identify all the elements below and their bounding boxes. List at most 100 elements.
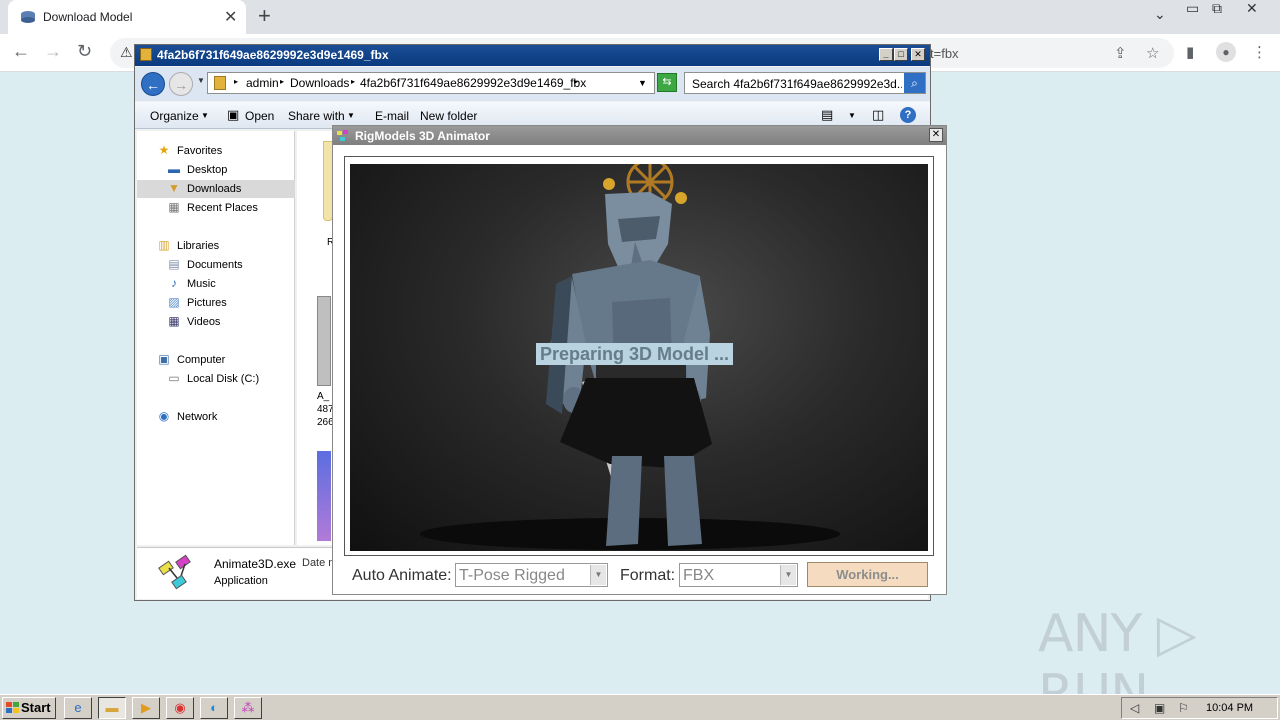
new-tab-button[interactable]: + — [258, 3, 271, 29]
new-folder-button[interactable]: New folder — [420, 109, 477, 123]
menu-kebab-icon[interactable]: ⋮ — [1252, 43, 1267, 61]
system-tray: ◁ ▣ ⚐ 10:04 PM — [1121, 697, 1278, 719]
share-dropdown-icon[interactable]: ▼ — [347, 111, 355, 120]
side-panel-icon[interactable]: ▮ — [1186, 43, 1194, 61]
view-dropdown-icon[interactable]: ▼ — [848, 111, 856, 120]
taskbar: Start e ▬ ▶ ◉ ◐ ⁂ ◁ ▣ ⚐ 10:04 PM — [0, 694, 1280, 720]
tab-search-chevron-icon[interactable]: ⌄ — [1154, 6, 1166, 23]
recent-pages-chevron-icon[interactable]: ▼ — [197, 76, 205, 85]
volume-icon[interactable]: ◁ — [1130, 701, 1139, 715]
explorer-maximize-button[interactable]: □ — [894, 48, 908, 61]
auto-animate-value: T-Pose Rigged — [459, 567, 565, 584]
explorer-close-button[interactable]: ✕ — [911, 48, 925, 61]
crumb-separator-icon[interactable]: ▸ — [280, 77, 284, 86]
close-window-icon[interactable]: ✕ — [1246, 0, 1258, 17]
view-options-icon[interactable]: ▤ — [821, 107, 833, 123]
breadcrumb-admin[interactable]: admin — [246, 76, 279, 90]
browser-tab[interactable]: Download Model ✕ — [8, 0, 246, 34]
crumb-separator-icon[interactable]: ▸ — [234, 77, 238, 86]
explorer-address-bar[interactable]: ▸ admin ▸ Downloads ▸ 4fa2b6f731f649ae86… — [207, 72, 655, 94]
warning-icon[interactable]: ⚠ — [120, 44, 133, 61]
auto-animate-label: Auto Animate: — [352, 567, 452, 584]
navigation-pane: ★ Favorites ▬ Desktop ▼ Downloads ▦ Rece… — [137, 131, 295, 545]
nav-label: Local Disk (C:) — [187, 373, 260, 385]
explorer-search-input[interactable]: Search 4fa2b6f731f649ae8629992e3d... ⌕ — [684, 72, 926, 94]
nav-label: Favorites — [177, 145, 223, 157]
bookmark-star-icon[interactable]: ☆ — [1146, 44, 1159, 62]
nav-favorites[interactable]: ★ Favorites — [137, 142, 295, 160]
share-icon[interactable]: ⇪ — [1114, 44, 1127, 62]
start-button[interactable]: Start — [2, 697, 56, 719]
open-button[interactable]: Open — [245, 109, 274, 123]
forward-arrow-icon[interactable]: → — [44, 41, 62, 62]
nav-music[interactable]: ♪ Music — [137, 275, 295, 293]
tab-close-icon[interactable]: ✕ — [224, 7, 237, 27]
edge-taskbar-icon[interactable]: ◐ — [200, 697, 228, 719]
working-button[interactable]: Working... — [807, 562, 928, 587]
address-folder-icon — [214, 76, 226, 90]
share-with-button[interactable]: Share with — [288, 109, 345, 123]
browser-tab-strip: Download Model ✕ + ⌄ ▭ ⧉ ✕ — [0, 0, 1280, 34]
start-label: Start — [21, 700, 51, 715]
reload-icon[interactable]: ↻ — [77, 41, 92, 62]
nav-label: Downloads — [187, 183, 242, 195]
network-tray-icon[interactable]: ▣ — [1154, 701, 1165, 715]
dropdown-arrow-icon[interactable]: ▼ — [590, 565, 606, 585]
nav-label: Videos — [187, 316, 221, 328]
explorer-minimize-button[interactable]: _ — [879, 48, 893, 61]
nav-recent-places[interactable]: ▦ Recent Places — [137, 199, 295, 217]
crumb-separator-icon[interactable]: ▸ — [351, 77, 355, 86]
address-dropdown-icon[interactable]: ▼ — [638, 78, 647, 88]
format-select[interactable]: FBX ▼ — [679, 563, 798, 587]
crumb-separator-icon[interactable]: ▸ — [574, 77, 578, 86]
rigmodels-titlebar[interactable]: RigModels 3D Animator ✕ — [333, 126, 946, 145]
action-center-flag-icon[interactable]: ⚐ — [1178, 701, 1189, 715]
chrome-taskbar-icon[interactable]: ◉ — [166, 697, 194, 719]
explorer-forward-icon[interactable]: → — [169, 72, 193, 96]
rigmodels-title: RigModels 3D Animator — [355, 129, 490, 143]
nav-downloads[interactable]: ▼ Downloads — [137, 180, 295, 198]
refresh-icon[interactable]: ⇆ — [657, 73, 677, 92]
preview-pane-icon[interactable]: ◫ — [872, 107, 884, 123]
file-label-fragment: A_ — [317, 391, 330, 402]
app-icon — [337, 130, 348, 141]
nav-label: Documents — [187, 259, 243, 271]
help-icon[interactable]: ? — [900, 107, 916, 123]
nav-videos[interactable]: ▦ Videos — [137, 313, 295, 331]
nav-desktop[interactable]: ▬ Desktop — [137, 161, 295, 179]
tab-favicon-icon — [21, 11, 35, 23]
nav-label: Music — [187, 278, 216, 290]
profile-avatar-icon[interactable]: ● — [1216, 42, 1236, 62]
media-player-taskbar-icon[interactable]: ▶ — [132, 697, 160, 719]
explorer-taskbar-icon[interactable]: ▬ — [98, 697, 126, 719]
nav-documents[interactable]: ▤ Documents — [137, 256, 295, 274]
documents-icon: ▤ — [168, 257, 180, 271]
image-thumbnail[interactable] — [317, 451, 331, 541]
nav-local-disk[interactable]: ▭ Local Disk (C:) — [137, 370, 295, 388]
clock: 10:04 PM — [1206, 702, 1254, 714]
format-value: FBX — [683, 567, 715, 584]
organize-button[interactable]: Organize — [150, 109, 199, 123]
nav-network[interactable]: ◉ Network — [137, 408, 295, 426]
breadcrumb-downloads[interactable]: Downloads — [290, 76, 349, 90]
dropdown-arrow-icon[interactable]: ▼ — [780, 565, 796, 585]
nav-label: Desktop — [187, 164, 228, 176]
hard-disk-icon: ▭ — [168, 371, 180, 385]
ie-taskbar-icon[interactable]: e — [64, 697, 92, 719]
restore-icon[interactable]: ⧉ — [1212, 0, 1222, 17]
email-button[interactable]: E-mail — [375, 109, 409, 123]
back-arrow-icon[interactable]: ← — [12, 41, 30, 62]
nav-computer[interactable]: ▣ Computer — [137, 351, 295, 369]
file-thumbnail[interactable] — [317, 296, 331, 386]
organize-dropdown-icon[interactable]: ▼ — [201, 111, 209, 120]
minimize-icon[interactable]: ▭ — [1186, 0, 1199, 17]
auto-animate-select[interactable]: T-Pose Rigged ▼ — [455, 563, 608, 587]
explorer-back-icon[interactable]: ← — [141, 72, 165, 96]
search-icon[interactable]: ⌕ — [904, 73, 925, 93]
rigmodels-close-button[interactable]: ✕ — [929, 128, 943, 142]
nav-pictures[interactable]: ▨ Pictures — [137, 294, 295, 312]
explorer-titlebar[interactable]: 4fa2b6f731f649ae8629992e3d9e1469_fbx _ □… — [135, 45, 930, 66]
breadcrumb-current-folder[interactable]: 4fa2b6f731f649ae8629992e3d9e1469_fbx — [360, 76, 586, 90]
nav-libraries[interactable]: ▥ Libraries — [137, 237, 295, 255]
animate3d-taskbar-icon[interactable]: ⁂ — [234, 697, 262, 719]
